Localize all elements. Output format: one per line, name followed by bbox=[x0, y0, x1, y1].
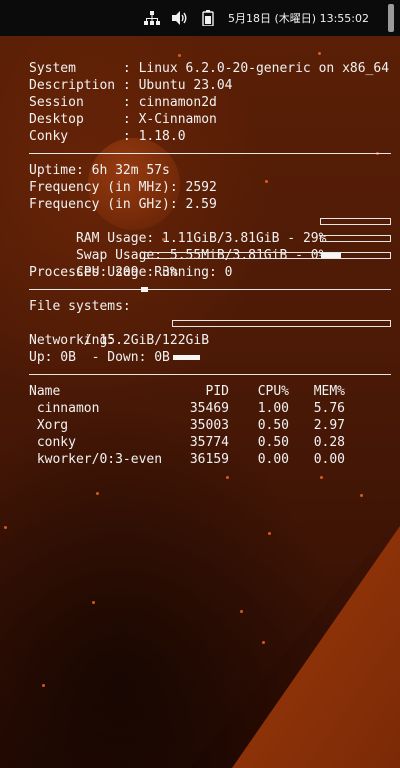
description-row: Description : Ubuntu 23.04 bbox=[29, 77, 391, 94]
desktop-row: Desktop : X-Cinnamon bbox=[29, 111, 391, 128]
description-value: : Ubuntu 23.04 bbox=[122, 78, 233, 93]
volume-icon[interactable] bbox=[171, 9, 189, 27]
table-row: Xorg 35003 0.50 2.97 bbox=[29, 417, 391, 434]
root-fs-bar bbox=[172, 320, 391, 360]
star bbox=[240, 610, 243, 613]
column-pid: PID bbox=[205, 384, 229, 399]
frequency-mhz: Frequency (in MHz): 2592 bbox=[29, 180, 217, 195]
cpu-usage-row: CPU Usage: 3% bbox=[29, 247, 391, 292]
process-mem: 2.97 bbox=[313, 418, 345, 433]
table-row: kworker/0:3-even 36159 0.00 0.00 bbox=[29, 451, 391, 468]
desktop-value: : X-Cinnamon bbox=[122, 112, 217, 127]
column-mem: MEM% bbox=[313, 384, 345, 399]
column-name: Name bbox=[29, 384, 61, 399]
system-stats: Uptime: 6h 32m 57s Frequency (in MHz): 2… bbox=[29, 162, 391, 292]
processes-count: Processes: 209 Running: 0 bbox=[29, 265, 233, 280]
system-value: : Linux 6.2.0-20-generic on x86_64 bbox=[122, 61, 390, 76]
column-cpu: CPU% bbox=[257, 384, 289, 399]
star bbox=[226, 476, 229, 479]
table-row: conky 35774 0.50 0.28 bbox=[29, 434, 391, 451]
star bbox=[96, 492, 99, 495]
process-cpu: 1.00 bbox=[257, 401, 289, 416]
ram-usage-bar bbox=[320, 218, 391, 258]
process-mem: 0.00 bbox=[313, 452, 345, 467]
network-icon[interactable] bbox=[143, 9, 161, 27]
storage-network: File systems: / 15.2GiB/122GiB Networkin… bbox=[29, 298, 391, 366]
process-name: cinnamon bbox=[36, 401, 100, 416]
table-row: cinnamon 35469 1.00 5.76 bbox=[29, 400, 391, 417]
star bbox=[178, 54, 181, 57]
process-name: Xorg bbox=[36, 418, 69, 433]
ram-usage-row: RAM Usage: 1.11GiB/3.81GiB - 29% bbox=[29, 213, 391, 258]
process-name: conky bbox=[36, 435, 76, 450]
desktop-label: Desktop bbox=[29, 112, 116, 127]
system-info: System : Linux 6.2.0-20-generic on x86_6… bbox=[29, 60, 391, 145]
session-row: Session : cinnamon2d bbox=[29, 94, 391, 111]
file-systems-header: File systems: bbox=[29, 299, 131, 314]
process-pid: 35774 bbox=[189, 435, 229, 450]
session-label: Session bbox=[29, 95, 116, 110]
swap-usage-bar bbox=[320, 235, 391, 242]
session-value: : cinnamon2d bbox=[122, 95, 217, 110]
cpu-usage-fill bbox=[141, 287, 149, 292]
process-pid: 36159 bbox=[189, 452, 229, 467]
process-table-header: Name PID CPU% MEM% bbox=[29, 383, 391, 400]
star bbox=[92, 601, 95, 604]
conky-widget: System : Linux 6.2.0-20-generic on x86_6… bbox=[29, 60, 391, 468]
conky-row: Conky : 1.18.0 bbox=[29, 128, 391, 145]
cpu-usage-bar bbox=[140, 252, 391, 292]
star bbox=[318, 52, 321, 55]
panel-edge-handle[interactable] bbox=[388, 4, 394, 32]
top-panel: 5月18日 (木曜日) 13:55:02 bbox=[0, 0, 400, 36]
process-cpu: 0.00 bbox=[257, 452, 289, 467]
network-traffic: Up: 0B - Down: 0B bbox=[29, 350, 170, 365]
conky-value: : 1.18.0 bbox=[122, 129, 186, 144]
frequency-ghz: Frequency (in GHz): 2.59 bbox=[29, 197, 217, 212]
system-row: System : Linux 6.2.0-20-generic on x86_6… bbox=[29, 60, 391, 77]
star bbox=[42, 684, 45, 687]
process-mem: 0.28 bbox=[313, 435, 345, 450]
star bbox=[268, 532, 271, 535]
process-mem: 5.76 bbox=[313, 401, 345, 416]
root-fs-row: / 15.2GiB/122GiB bbox=[29, 315, 391, 360]
battery-icon[interactable] bbox=[199, 9, 217, 27]
panel-clock[interactable]: 5月18日 (木曜日) 13:55:02 bbox=[228, 10, 369, 26]
star bbox=[4, 526, 7, 529]
star bbox=[360, 494, 363, 497]
process-name: kworker/0:3-even bbox=[36, 452, 163, 467]
description-label: Description bbox=[29, 78, 116, 93]
star bbox=[320, 476, 323, 479]
process-cpu: 0.50 bbox=[257, 435, 289, 450]
conky-label: Conky bbox=[29, 129, 116, 144]
networking-header: Networking: bbox=[29, 333, 116, 348]
uptime: Uptime: 6h 32m 57s bbox=[29, 163, 170, 178]
process-pid: 35469 bbox=[189, 401, 229, 416]
process-table: Name PID CPU% MEM% cinnamon 35469 1.00 5… bbox=[29, 383, 391, 468]
system-label: System bbox=[29, 61, 116, 76]
swap-usage-row: Swap Usage: 5.55MiB/3.81GiB - 0% bbox=[29, 230, 391, 263]
divider bbox=[29, 153, 391, 154]
star bbox=[262, 641, 265, 644]
process-cpu: 0.50 bbox=[257, 418, 289, 433]
process-pid: 35003 bbox=[189, 418, 229, 433]
